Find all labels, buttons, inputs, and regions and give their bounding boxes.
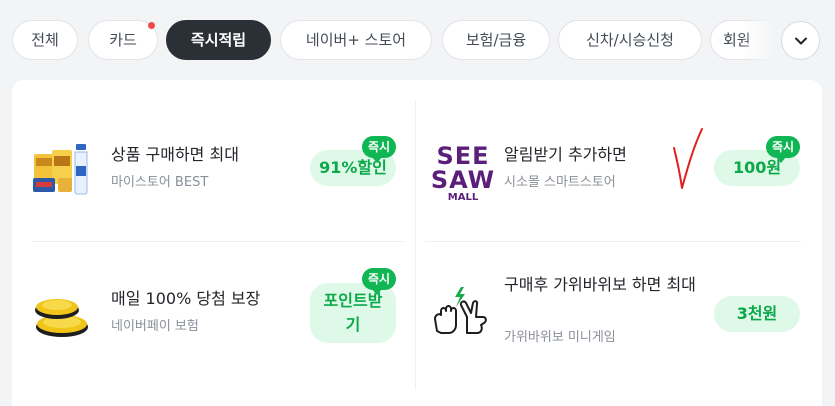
offer-item[interactable]: 상품 구매하면 최대 마이스토어 BEST 91%할인 즉시 <box>32 100 417 242</box>
tab-all-label: 전체 <box>31 31 59 49</box>
offer-item[interactable]: 매일 100% 당첨 보장 네이버페이 보험 포인트받기 즉시 <box>32 243 417 385</box>
reward-label: 포인트받기 <box>323 291 383 334</box>
logo-line-2: SAW <box>431 166 495 194</box>
handwritten-check-mark <box>673 128 703 189</box>
tab-new-car-test-drive[interactable]: 신차/시승신청 <box>558 20 702 60</box>
offer-item[interactable]: 구매후 가위바위보 하면 최대 가위바위보 미니게임 3천원 <box>425 243 810 385</box>
offer-subtitle: 가위바위보 미니게임 <box>504 330 616 345</box>
tab-card[interactable]: 카드 <box>88 20 158 60</box>
logo-line-3: MALL <box>448 192 479 202</box>
offer-item[interactable]: SEE SAW MALL 알림받기 추가하면 시소몰 스마트스토어 100원 즉… <box>425 100 810 242</box>
tab-card-label: 카드 <box>109 31 137 49</box>
chevron-down-icon <box>794 37 807 44</box>
category-tab-bar: 전체 카드 즉시적립 네이버+ 스토어 보험/금융 신차/시승신청 회원 <box>12 20 835 62</box>
offer-title: 구매후 가위바위보 하면 최대 <box>504 275 696 294</box>
tab-insurance-finance-label: 보험/금융 <box>465 31 527 49</box>
tab-instant-reward-label: 즉시적립 <box>190 31 247 49</box>
offer-subtitle: 마이스토어 BEST <box>111 175 209 190</box>
rock-paper-scissors-icon <box>434 287 487 334</box>
tab-all[interactable]: 전체 <box>12 20 78 60</box>
tab-insurance-finance[interactable]: 보험/금융 <box>442 20 550 60</box>
new-notification-dot <box>148 22 155 29</box>
offer-subtitle: 네이버페이 보험 <box>111 319 199 334</box>
tab-naver-plus-store[interactable]: 네이버+ 스토어 <box>280 20 432 60</box>
tab-instant-reward[interactable]: 즉시적립 <box>166 20 271 60</box>
instant-reward-card: 상품 구매하면 최대 마이스토어 BEST 91%할인 즉시 SEE SAW M… <box>12 80 822 406</box>
reward-pill: 3천원 <box>714 296 800 332</box>
offer-title: 매일 100% 당첨 보장 <box>111 289 261 308</box>
tab-naver-plus-store-label: 네이버+ 스토어 <box>305 31 407 49</box>
reward-label: 3천원 <box>736 304 778 323</box>
instant-badge: 즉시 <box>766 136 800 163</box>
offer-subtitle: 시소몰 스마트스토어 <box>504 175 616 190</box>
seesaw-mall-logo: SEE SAW MALL <box>431 142 495 202</box>
tab-new-car-test-drive-label: 신차/시승신청 <box>586 31 674 49</box>
instant-badge: 즉시 <box>362 136 396 163</box>
more-tabs-button[interactable] <box>781 21 820 60</box>
product-box-icon <box>33 144 88 195</box>
instant-badge: 즉시 <box>362 268 396 295</box>
reward-pill: 포인트받기 <box>310 283 396 343</box>
offer-title: 상품 구매하면 최대 <box>111 145 239 164</box>
gold-coins-icon <box>35 299 88 337</box>
reward-label: 100원 <box>732 158 782 177</box>
